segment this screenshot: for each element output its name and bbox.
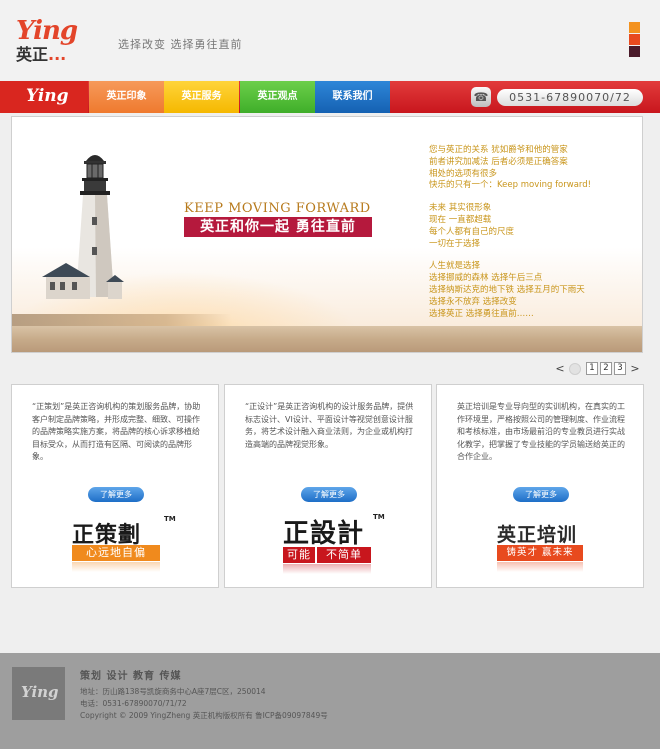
card-strategy: “正策划”是英正咨询机构的策划服务品牌，协助客户制定品牌策略，并形成完整、细致、…: [11, 384, 219, 588]
slide-indicator-dot: [569, 363, 581, 375]
banner-tagline-en: KEEP MOVING FORWARD: [184, 201, 371, 216]
logo-text-cn: 英正...: [16, 45, 67, 64]
prev-slide-button[interactable]: <: [554, 362, 566, 376]
poem-line: 一切在于选择: [429, 238, 481, 249]
poem-line: 相处的选项有很多: [429, 168, 498, 179]
site-footer: Ying 策划 设计 教育 传媒 地址：历山路138号凯旋商务中心A座7层C区，…: [0, 653, 660, 749]
slide-page-2[interactable]: 2: [600, 362, 612, 375]
footer-title: 策划 设计 教育 传媒: [80, 671, 182, 682]
footer-logo[interactable]: Ying: [12, 667, 65, 720]
site-header: Ying 英正... 选择改变 选择勇往直前: [0, 0, 660, 80]
poem-line: 您与英正的关系 犹如爵爷和他的管家: [429, 145, 568, 155]
poem-line: 选择英正 选择勇往直前……: [429, 308, 534, 319]
nav-logo-text: Ying: [26, 86, 69, 106]
footer-logo-text: Ying: [21, 683, 59, 701]
learn-more-button[interactable]: 了解更多: [513, 487, 569, 502]
nav-logo[interactable]: Ying: [0, 81, 88, 113]
site-logo[interactable]: Ying 英正...: [16, 16, 78, 64]
brand-reflection: [497, 562, 583, 572]
next-slide-button[interactable]: >: [629, 362, 641, 376]
logo-dots: ...: [48, 45, 67, 64]
poem-line: 选择纳斯达克的地下铁 选择五月的下雨天: [429, 284, 585, 295]
learn-more-button[interactable]: 了解更多: [88, 487, 144, 502]
poem-line: 选择挪威的森林 选择午后三点: [429, 273, 543, 284]
main-nav: Ying 英正印象 英正服务 英正观点 联系我们 ☎ 0531-67890070…: [0, 81, 660, 113]
footer-address: 地址：历山路138号凯旋商务中心A座7层C区，250014: [80, 687, 266, 696]
phone-number: 0531-67890070/72: [497, 89, 643, 106]
poem-line: 选择永不放弃 选择改变: [429, 296, 517, 307]
card-description: “正策划”是英正咨询机构的策划服务品牌，协助客户制定品牌策略，并形成完整、细致、…: [32, 402, 201, 461]
learn-more-button[interactable]: 了解更多: [301, 487, 357, 502]
phone-icon: ☎: [471, 87, 491, 107]
hero-banner: KEEP MOVING FORWARD 英正和你一起 勇往直前 您与英正的关系 …: [11, 116, 643, 353]
slide-page-3[interactable]: 3: [614, 362, 626, 375]
brand-reflection: [283, 564, 371, 574]
nav-item-viewpoints[interactable]: 英正观点: [240, 81, 315, 113]
trademark-mark: TM: [164, 515, 176, 523]
footer-copyright: Copyright © 2009 YingZheng 英正机构版权所有 鲁ICP…: [80, 711, 328, 720]
brand-logo-design: 正設計: [283, 519, 365, 549]
maroon-square-decor: [629, 46, 640, 57]
brand-tagline-bar: 铸英才 赢未来: [497, 545, 583, 561]
lighthouse-image: [42, 155, 124, 299]
brand-logo-training: 英正培训: [497, 524, 578, 546]
nav-item-impression[interactable]: 英正印象: [89, 81, 164, 113]
card-training: 英正培训是专业导向型的实训机构，在真实的工作环境里，严格按照公司的管理制度、作业…: [436, 384, 644, 588]
red-square-decor: [629, 34, 640, 45]
brand-tagline-bar: 心远地自偏: [72, 545, 160, 561]
brand-reflection: [72, 562, 160, 572]
slide-page-1[interactable]: 1: [586, 362, 598, 375]
banner-poem: 您与英正的关系 犹如爵爷和他的管家 前者讲究加减法 后者必须是正确答案 相处的选…: [429, 145, 591, 320]
card-description: “正设计”是英正咨询机构的设计服务品牌，提供标志设计、VI设计、平面设计等视觉创…: [245, 402, 414, 449]
card-design: “正设计”是英正咨询机构的设计服务品牌，提供标志设计、VI设计、平面设计等视觉创…: [224, 384, 432, 588]
footer-phone: 电话：0531-67890070/71/72: [80, 699, 187, 708]
trademark-mark: TM: [373, 513, 385, 521]
orange-square-decor: [629, 22, 640, 33]
poem-line: 未来 其实很形象: [429, 203, 492, 214]
poem-line: 现在 一直都超载: [429, 214, 492, 225]
nav-item-contact[interactable]: 联系我们: [315, 81, 390, 113]
header-slogan: 选择改变 选择勇往直前: [118, 38, 243, 51]
poem-line: 每个人都有自己的尺度: [429, 226, 515, 237]
banner-tagline-cn: 英正和你一起 勇往直前: [184, 217, 372, 237]
brand-tagline-right: 不简单: [317, 547, 371, 563]
brand-tagline-left: 可能: [283, 547, 315, 563]
poem-line: 前者讲究加减法 后者必须是正确答案: [429, 156, 568, 167]
nav-item-services[interactable]: 英正服务: [164, 81, 239, 113]
poem-line: 快乐的只有一个：Keep moving forward!: [429, 180, 592, 191]
poem-line: 人生就是选择: [429, 261, 481, 272]
card-description: 英正培训是专业导向型的实训机构，在真实的工作环境里，严格按照公司的管理制度、作业…: [457, 402, 625, 461]
